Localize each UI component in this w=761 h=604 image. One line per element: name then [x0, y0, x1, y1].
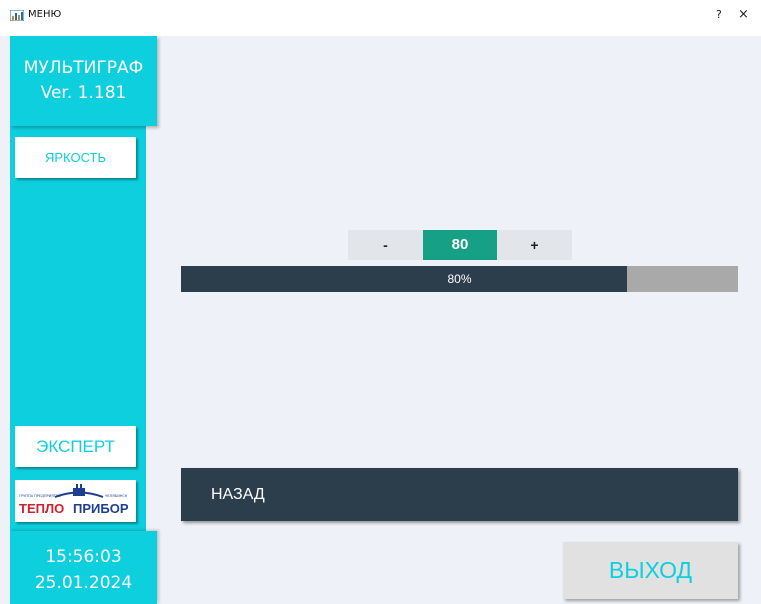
teplopribor-logo: ГРУППА ПРЕДПРИЯТИЙ ЧЕЛЯБИНСК ТЕПЛО ПРИБО…: [15, 480, 136, 522]
logo-tagline-right: ЧЕЛЯБИНСК: [105, 494, 128, 498]
brightness-decrease-button[interactable]: -: [348, 230, 423, 260]
app-name: МУЛЬТИГРАФ: [23, 58, 144, 78]
teplopribor-logo-graphic: ГРУППА ПРЕДПРИЯТИЙ ЧЕЛЯБИНСК ТЕПЛО ПРИБО…: [19, 484, 129, 516]
clock-time: 15:56:03: [45, 547, 122, 567]
brightness-value: 80: [423, 230, 497, 260]
sidebar: МУЛЬТИГРАФ Ver. 1.181 ЯРКОСТЬ ЭКСПЕРТ ГР…: [10, 36, 157, 604]
brightness-increase-button[interactable]: +: [497, 230, 572, 260]
brightness-progress-bar: 80%: [181, 266, 738, 292]
close-button[interactable]: ×: [738, 7, 749, 22]
logo-brand-suffix: ПРИБОР: [73, 501, 129, 516]
logo-brand-prefix: ТЕПЛО: [19, 501, 64, 516]
back-button[interactable]: НАЗАД: [181, 468, 738, 521]
brightness-button[interactable]: ЯРКОСТЬ: [15, 137, 136, 178]
app-version: Ver. 1.181: [40, 83, 127, 103]
brand-panel: МУЛЬТИГРАФ Ver. 1.181: [10, 36, 157, 126]
expert-button[interactable]: ЭКСПЕРТ: [15, 426, 136, 467]
progress-label: 80%: [447, 272, 472, 286]
title-bar: МЕНЮ ? ×: [0, 0, 761, 36]
clock-date: 25.01.2024: [34, 573, 133, 593]
clock-panel: 15:56:03 25.01.2024: [10, 531, 157, 604]
logo-tagline-left: ГРУППА ПРЕДПРИЯТИЙ: [19, 493, 61, 498]
chart-app-icon: [10, 10, 24, 21]
exit-button[interactable]: ВЫХОД: [563, 542, 738, 599]
window-title: МЕНЮ: [28, 9, 62, 20]
help-button[interactable]: ?: [716, 8, 722, 21]
